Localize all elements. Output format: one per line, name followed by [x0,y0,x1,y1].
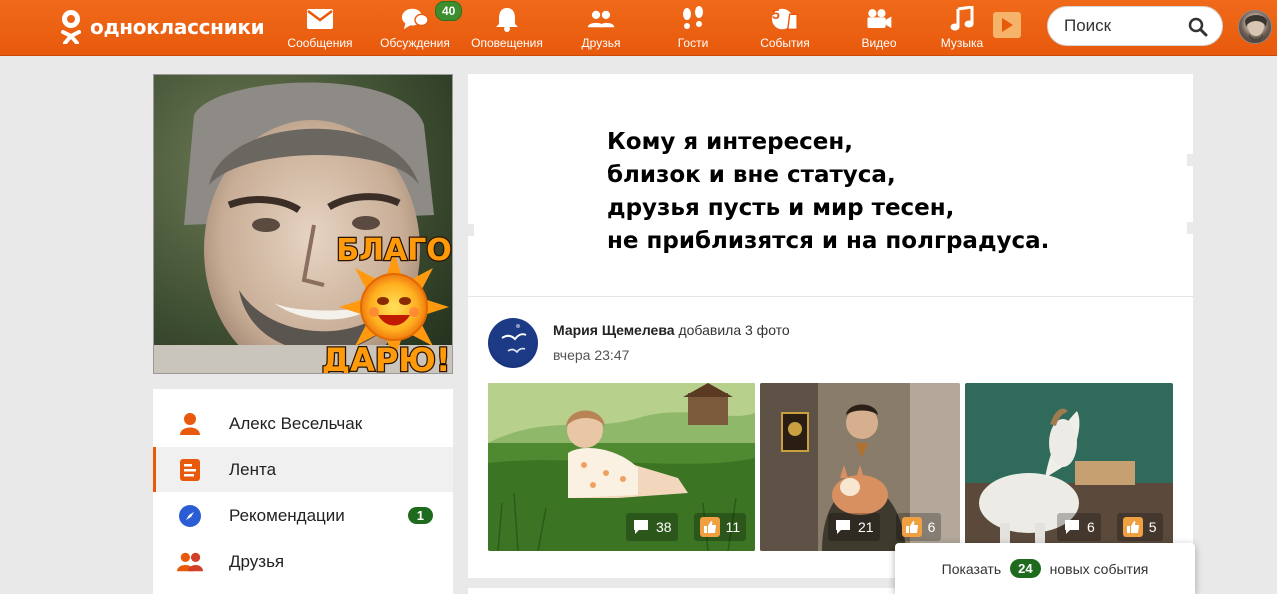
photo-comments[interactable]: 38 [626,513,678,541]
user-avatar[interactable] [1238,10,1272,44]
nav-label: Музыка [940,36,984,50]
nav-label: События [760,36,810,50]
menu-item-profile[interactable]: Алекс Весельчак [153,401,453,446]
caption-bottom: ДАРЮ! [322,341,451,374]
likes-count: 5 [1148,519,1157,535]
profile-photo[interactable]: БЛАГО ДАРЮ! [153,74,453,374]
comments-count: 21 [858,519,874,535]
show-new-events-button[interactable]: Показать 24 новых события [895,543,1195,594]
more-events-prefix: Показать [941,560,1002,577]
post-action: добавила 3 фото [678,322,790,338]
video-camera-icon [865,6,893,32]
photo-likes[interactable]: 6 [895,513,942,541]
photo-comments[interactable]: 6 [1057,513,1101,541]
chat-bubbles-icon [401,6,429,32]
post-author-name[interactable]: Мария Щемелева [553,322,675,338]
comment-icon [836,520,850,534]
thumbs-up-icon [699,517,720,537]
post-photo[interactable]: 21 6 [760,383,960,551]
comment-icon [1065,520,1079,534]
people-icon [587,6,615,32]
search-box [1047,6,1223,46]
nav-label: Обсуждения [380,36,450,50]
nav-guests[interactable]: Гости [665,0,721,56]
nav-music[interactable]: Музыка [935,0,989,56]
photo-likes[interactable]: 5 [1116,513,1163,541]
footprints-icon [679,6,707,32]
left-menu: Алекс Весельчак Лента Рекомендации 1 Дру… [153,389,453,594]
likes-count: 11 [725,519,741,535]
photo-stats: 21 6 [828,513,942,541]
menu-item-recommendations[interactable]: Рекомендации 1 [153,493,453,538]
nav-label: Сообщения [287,36,353,50]
site-logo[interactable]: одноклассники [58,8,265,46]
comments-count: 6 [1087,519,1095,535]
logo-text: одноклассники [90,15,265,39]
photo-likes[interactable]: 11 [693,513,747,541]
feed-icon [177,457,203,483]
music-note-icon [948,6,976,32]
comments-count: 38 [656,519,672,535]
comment-icon [634,520,648,534]
nav-friends[interactable]: Друзья [571,0,631,56]
top-bar: одноклассники Сообщения 40 Обсуждения Оп… [0,0,1277,56]
menu-label: Лента [229,459,277,479]
compass-icon [177,503,203,529]
nav-label: Гости [677,36,709,50]
post-author-avatar[interactable] [488,318,538,368]
post-photo[interactable]: 6 5 [965,383,1173,551]
recommendations-badge: 1 [407,507,433,524]
search-input[interactable] [1064,15,1184,37]
nav-label: Друзья [581,36,621,50]
feed-post: Мария Щемелева добавила 3 фото вчера 23:… [468,296,1193,578]
photo-stats: 6 5 [1057,513,1163,541]
menu-label: Алекс Весельчак [229,413,363,433]
thumbs-up-icon [1122,517,1143,537]
likes-count: 6 [927,519,936,535]
nav-label: Видео [861,36,897,50]
post-header: Мария Щемелева добавила 3 фото [553,322,790,338]
menu-label: Рекомендации [229,505,345,525]
nav-events[interactable]: 5 События [752,0,818,56]
envelope-icon [306,6,334,32]
photo-comments[interactable]: 21 [828,513,880,541]
menu-item-friends[interactable]: Друзья [153,539,453,584]
status-text: Кому я интересен, близок и вне статуса, … [607,129,1050,254]
music-play-button[interactable] [993,12,1021,38]
events-badge: 5 [772,6,780,22]
search-icon[interactable] [1188,17,1208,37]
thumbs-up-icon [901,517,922,537]
nav-messages[interactable]: Сообщения [283,0,357,56]
nav-notifications[interactable]: Оповещения [466,0,548,56]
caption-top: БЛАГО [336,233,452,268]
ok-logo-icon [58,8,84,46]
friends-icon [177,549,203,575]
post-photo[interactable]: 38 11 [488,383,755,551]
post-time: вчера 23:47 [553,347,630,363]
menu-item-feed[interactable]: Лента [153,447,453,492]
nav-video[interactable]: Видео [855,0,903,56]
status-card: Кому я интересен, близок и вне статуса, … [468,74,1193,296]
nav-discussions[interactable]: 40 Обсуждения [374,0,463,56]
play-icon [1002,18,1013,32]
discussions-badge: 40 [435,1,463,21]
nav-label: Оповещения [471,36,543,50]
new-events-count: 24 [1010,559,1041,578]
bell-icon [493,6,521,32]
user-icon [177,411,203,437]
menu-label: Друзья [229,551,285,571]
photo-stats: 38 11 [626,513,747,541]
more-events-suffix: новых события [1049,560,1149,577]
